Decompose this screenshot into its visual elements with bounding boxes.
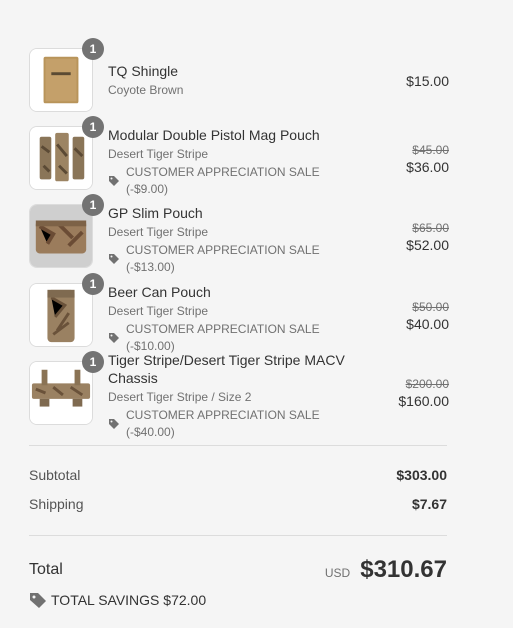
- discount-line: CUSTOMER APPRECIATION SALE (-$13.00): [108, 242, 358, 276]
- product-thumbnail-wrap: 1: [29, 194, 104, 268]
- can-pouch-image: [30, 284, 92, 346]
- product-name: Beer Can Pouch: [108, 284, 211, 300]
- item-price: $160.00: [398, 393, 449, 409]
- discount-line: CUSTOMER APPRECIATION SALE (-$9.00): [108, 164, 358, 198]
- product-variant: Coyote Brown: [108, 83, 184, 97]
- tag-icon: [109, 419, 119, 429]
- discount-line: CUSTOMER APPRECIATION SALE (-$40.00): [108, 407, 358, 441]
- original-price: $200.00: [405, 377, 449, 391]
- macv-chassis-image: [30, 362, 92, 424]
- tag-icon: [109, 254, 119, 264]
- product-thumbnail-wrap: 1: [29, 38, 104, 112]
- tag-icon: [109, 333, 119, 343]
- product-thumbnail-wrap: 1: [29, 351, 104, 425]
- subtotal-value: $303.00: [396, 467, 447, 483]
- subtotal-label: Subtotal: [29, 467, 81, 483]
- item-info: Tiger Stripe/Desert Tiger Stripe MACV Ch…: [108, 351, 358, 441]
- subtotal-row: Subtotal $303.00: [29, 467, 447, 483]
- discount-label: CUSTOMER APPRECIATION SALE (-$10.00): [126, 322, 320, 353]
- total-label: Total: [29, 561, 63, 578]
- price-column: $50.00 $40.00: [406, 299, 449, 333]
- item-price: $36.00: [406, 159, 449, 175]
- product-variant: Desert Tiger Stripe: [108, 304, 209, 318]
- original-price: $65.00: [412, 221, 449, 235]
- product-thumbnail: [29, 48, 93, 112]
- product-name: TQ Shingle: [108, 63, 179, 79]
- shipping-row: Shipping $7.67: [29, 496, 447, 512]
- item-price: $15.00: [406, 73, 449, 89]
- product-variant: Desert Tiger Stripe: [108, 225, 209, 239]
- quantity-badge: 1: [82, 351, 104, 373]
- item-info: GP Slim Pouch Desert Tiger Stripe CUSTOM…: [108, 204, 358, 276]
- mag-pouch-image: [30, 127, 92, 189]
- item-info: TQ Shingle Coyote Brown: [108, 62, 358, 99]
- product-name: Tiger Stripe/Desert Tiger Stripe MACV Ch…: [108, 352, 345, 386]
- product-thumbnail: [29, 126, 93, 190]
- total-value: $310.67: [360, 556, 447, 583]
- price-column: $15.00: [406, 72, 449, 90]
- product-thumbnail: [29, 204, 93, 268]
- discount-label: CUSTOMER APPRECIATION SALE (-$9.00): [126, 165, 320, 196]
- divider: [29, 445, 447, 446]
- total-row: Total USD $310.67: [29, 556, 447, 584]
- quantity-badge: 1: [82, 194, 104, 216]
- discount-label: CUSTOMER APPRECIATION SALE (-$40.00): [126, 408, 320, 439]
- price-column: $200.00 $160.00: [398, 376, 449, 410]
- divider: [29, 535, 447, 536]
- quantity-badge: 1: [82, 273, 104, 295]
- currency-code: USD: [324, 566, 351, 580]
- tag-icon: [109, 176, 119, 186]
- product-thumbnail: [29, 283, 93, 347]
- total-savings: TOTAL SAVINGS $72.00: [29, 591, 206, 609]
- total-amount: USD $310.67: [325, 556, 447, 584]
- quantity-badge: 1: [82, 116, 104, 138]
- product-thumbnail-wrap: 1: [29, 273, 104, 347]
- item-info: Beer Can Pouch Desert Tiger Stripe CUSTO…: [108, 283, 358, 355]
- product-name: Modular Double Pistol Mag Pouch: [108, 127, 320, 143]
- shipping-label: Shipping: [29, 496, 84, 512]
- item-price: $52.00: [406, 237, 449, 253]
- discount-label: CUSTOMER APPRECIATION SALE (-$13.00): [126, 243, 320, 274]
- item-info: Modular Double Pistol Mag Pouch Desert T…: [108, 126, 358, 198]
- price-column: $45.00 $36.00: [406, 142, 449, 176]
- shipping-value: $7.67: [411, 496, 447, 512]
- original-price: $45.00: [412, 143, 449, 157]
- price-column: $65.00 $52.00: [406, 220, 449, 254]
- product-thumbnail-wrap: 1: [29, 116, 104, 190]
- gp-pouch-image: [30, 205, 92, 267]
- tq-shingle-image: [30, 49, 92, 111]
- quantity-badge: 1: [82, 38, 104, 60]
- item-price: $40.00: [406, 316, 449, 332]
- original-price: $50.00: [412, 300, 449, 314]
- product-variant: Desert Tiger Stripe / Size 2: [108, 390, 252, 404]
- product-thumbnail: [29, 361, 93, 425]
- savings-text: TOTAL SAVINGS $72.00: [51, 592, 207, 608]
- product-variant: Desert Tiger Stripe: [108, 147, 209, 161]
- discount-line: CUSTOMER APPRECIATION SALE (-$10.00): [108, 321, 358, 355]
- tag-icon: [30, 593, 46, 608]
- order-summary: 1 TQ Shingle Coyote Brown $15.00 1 Modul…: [0, 0, 513, 628]
- product-name: GP Slim Pouch: [108, 205, 203, 221]
